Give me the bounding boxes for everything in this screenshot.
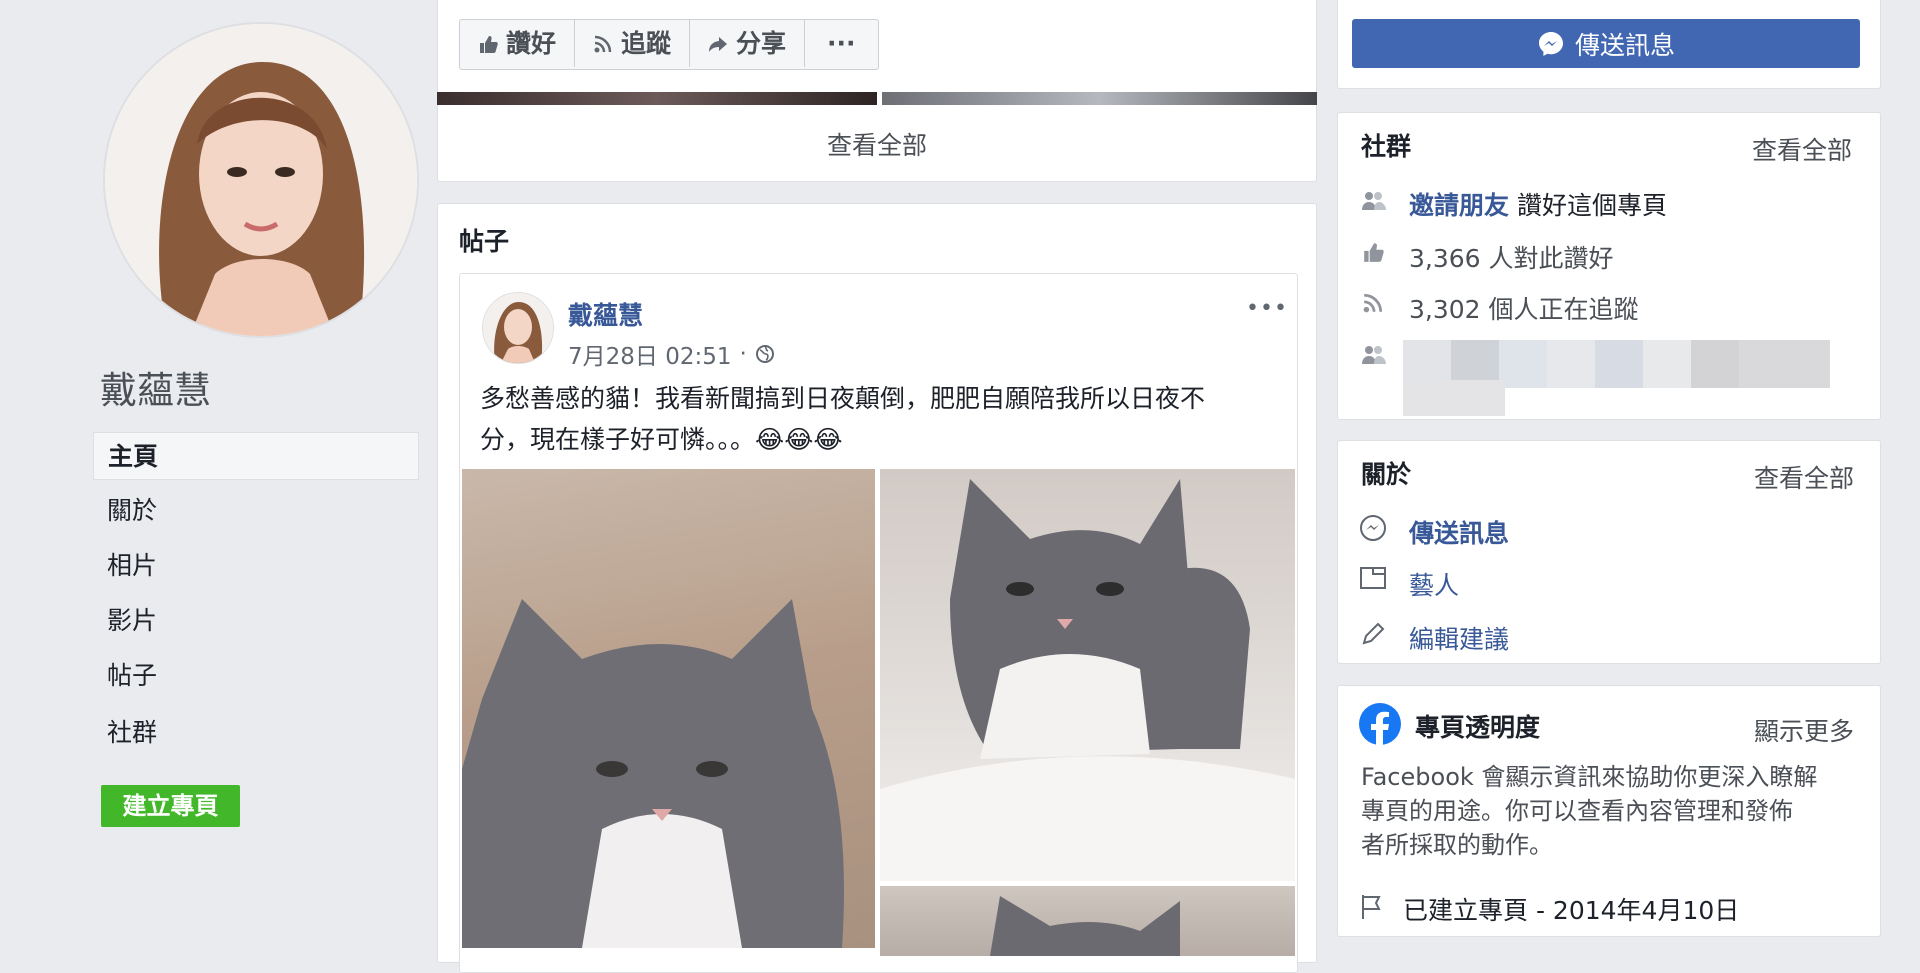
transparency-line: Facebook 會顯示資訊來協助你更深入瞭解 [1361,763,1818,791]
rss-icon [1361,292,1385,318]
globe-icon [755,345,774,363]
thumbs-up-icon [480,35,498,53]
messenger-icon [1359,514,1387,546]
page-created-date: 已建立專頁 - 2014年4月10日 [1403,896,1740,925]
post-options-button[interactable]: ••• [1246,296,1288,321]
create-page-button[interactable]: 建立專頁 [101,785,240,827]
transparency-title: 專頁透明度 [1415,713,1541,742]
community-title: 社群 [1361,132,1412,161]
photo-thumbnail[interactable] [437,92,877,105]
nav-item-photos[interactable]: 相片 [93,542,419,590]
thumbs-up-icon [1361,241,1385,267]
flag-icon [1359,893,1385,925]
post-timestamp[interactable]: 7月28日 02:51 [568,337,732,371]
likes-count: 3,366 人對此讚好 [1409,244,1614,273]
post-meta: 7月28日 02:51 · [568,337,775,371]
like-label: 讚好 [506,29,557,58]
see-all-label: 查看全部 [826,130,927,160]
author-avatar[interactable] [482,292,554,364]
pencil-icon [1359,620,1387,652]
invite-friends-link[interactable]: 邀請朋友 [1409,191,1509,220]
suggest-edits-link[interactable]: 編輯建議 [1409,620,1509,656]
rss-icon [594,35,612,52]
post-text-line-1: 多愁善感的貓！我看新聞搞到日夜顛倒，肥肥自願陪我所以日夜不 [480,384,1206,413]
follow-label: 追蹤 [621,29,672,58]
page-title: 戴蘊慧 [100,369,211,412]
transparency-description: Facebook 會顯示資訊來協助你更深入瞭解 專頁的用途。你可以查看內容管理和… [1361,760,1817,862]
invite-friends-text: 讚好這個專頁 [1509,191,1667,220]
profile-photo [105,24,417,336]
cat-photo [990,896,1180,956]
nav-item-videos[interactable]: 影片 [93,597,419,645]
profile-picture[interactable] [103,22,419,338]
share-arrow-icon [709,36,728,52]
follow-button[interactable]: 追蹤 [575,20,691,67]
page-category-icon [1359,566,1387,594]
messenger-icon [1538,31,1563,56]
about-send-message-link[interactable]: 傳送訊息 [1409,514,1509,550]
page-action-bar: 讚好 追蹤 分享 ··· [459,19,879,70]
show-more-link[interactable]: 顯示更多 [1754,712,1854,748]
transparency-line: 專頁的用途。你可以查看內容管理和發佈 [1361,797,1793,825]
cat-photo [880,479,1295,881]
share-label: 分享 [736,29,787,58]
posts-heading: 帖子 [459,227,510,256]
invite-friends-row: 邀請朋友 讚好這個專頁 [1409,186,1667,222]
more-actions-button[interactable]: ··· [805,20,878,67]
friends-icon [1361,190,1387,216]
friends-icon [1361,344,1387,370]
post-photo[interactable] [462,469,875,948]
cat-photo [462,599,844,948]
about-title: 關於 [1361,460,1412,489]
about-see-all-link[interactable]: 查看全部 [1754,459,1854,495]
facebook-icon [1359,703,1401,749]
follows-count: 3,302 個人正在追蹤 [1409,295,1639,324]
post-photo[interactable] [880,886,1295,956]
post-photo[interactable] [880,469,1295,881]
nav-item-about[interactable]: 關於 [93,487,419,535]
nav-item-posts[interactable]: 帖子 [93,652,419,700]
post-author-link[interactable]: 戴蘊慧 [568,296,643,332]
author-photo [483,293,553,363]
page-category-link[interactable]: 藝人 [1409,566,1459,602]
community-see-all-link[interactable]: 查看全部 [1752,131,1852,167]
like-button[interactable]: 讚好 [460,20,576,67]
meta-separator: · [739,341,747,367]
share-button[interactable]: 分享 [690,20,806,67]
send-message-button[interactable]: 傳送訊息 [1352,19,1860,68]
nav-item-community[interactable]: 社群 [93,709,419,757]
send-message-label: 傳送訊息 [1574,30,1675,60]
see-all-photos-link[interactable]: 查看全部 [437,105,1317,182]
blurred-friends-row [1403,340,1830,416]
photo-thumbnail[interactable] [882,92,1317,105]
post-text-line-2: 分，現在樣子好可憐。。。😂😂😂 [480,425,843,454]
nav-item-home[interactable]: 主頁 [93,432,419,480]
transparency-line: 者所採取的動作。 [1361,831,1553,859]
